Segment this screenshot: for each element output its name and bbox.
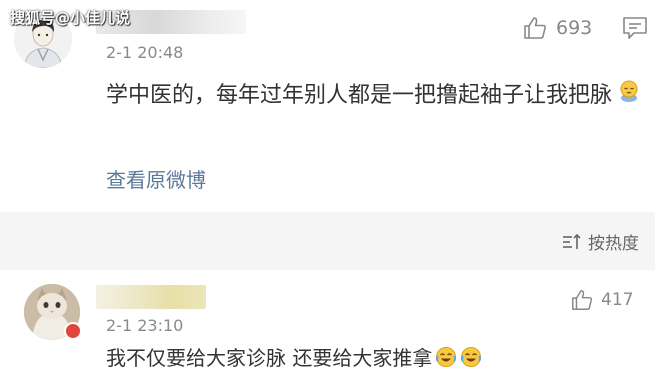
- comment-timestamp: 2-1 20:48: [106, 43, 184, 62]
- sort-label: 按热度: [588, 234, 639, 254]
- username-redacted[interactable]: [96, 285, 206, 309]
- like-button[interactable]: 417: [570, 288, 633, 312]
- comment-icon: [623, 17, 647, 39]
- thumbs-up-icon: [524, 17, 546, 39]
- sort-by-hot-button[interactable]: 按热度: [562, 229, 639, 254]
- comment-text: 我不仅要给大家诊脉 还要给大家推拿: [106, 342, 482, 373]
- verified-badge-icon: [64, 322, 82, 340]
- comment-text-content: 我不仅要给大家诊脉 还要给大家推拿: [106, 346, 433, 370]
- comment-text: 学中医的，每年过年别人都是一把撸起袖子让我把脉: [106, 78, 646, 114]
- comment-text-content: 学中医的，每年过年别人都是一把撸起袖子让我把脉: [106, 83, 613, 108]
- tears-of-joy-emoji: [435, 346, 457, 373]
- section-divider: [0, 212, 655, 270]
- like-count: 693: [556, 17, 593, 39]
- reply-button[interactable]: [622, 16, 648, 40]
- like-button[interactable]: 693: [522, 14, 592, 42]
- watermark-text: 搜狐号@小佳儿说: [10, 9, 131, 27]
- tears-of-joy-emoji: [460, 346, 482, 373]
- sleepy-face-emoji: [618, 79, 640, 114]
- view-original-weibo-link[interactable]: 查看原微博: [106, 164, 206, 193]
- comment-timestamp: 2-1 23:10: [106, 316, 184, 335]
- thumbs-up-icon: [572, 290, 593, 310]
- sort-icon: [563, 233, 581, 249]
- like-count: 417: [601, 290, 634, 310]
